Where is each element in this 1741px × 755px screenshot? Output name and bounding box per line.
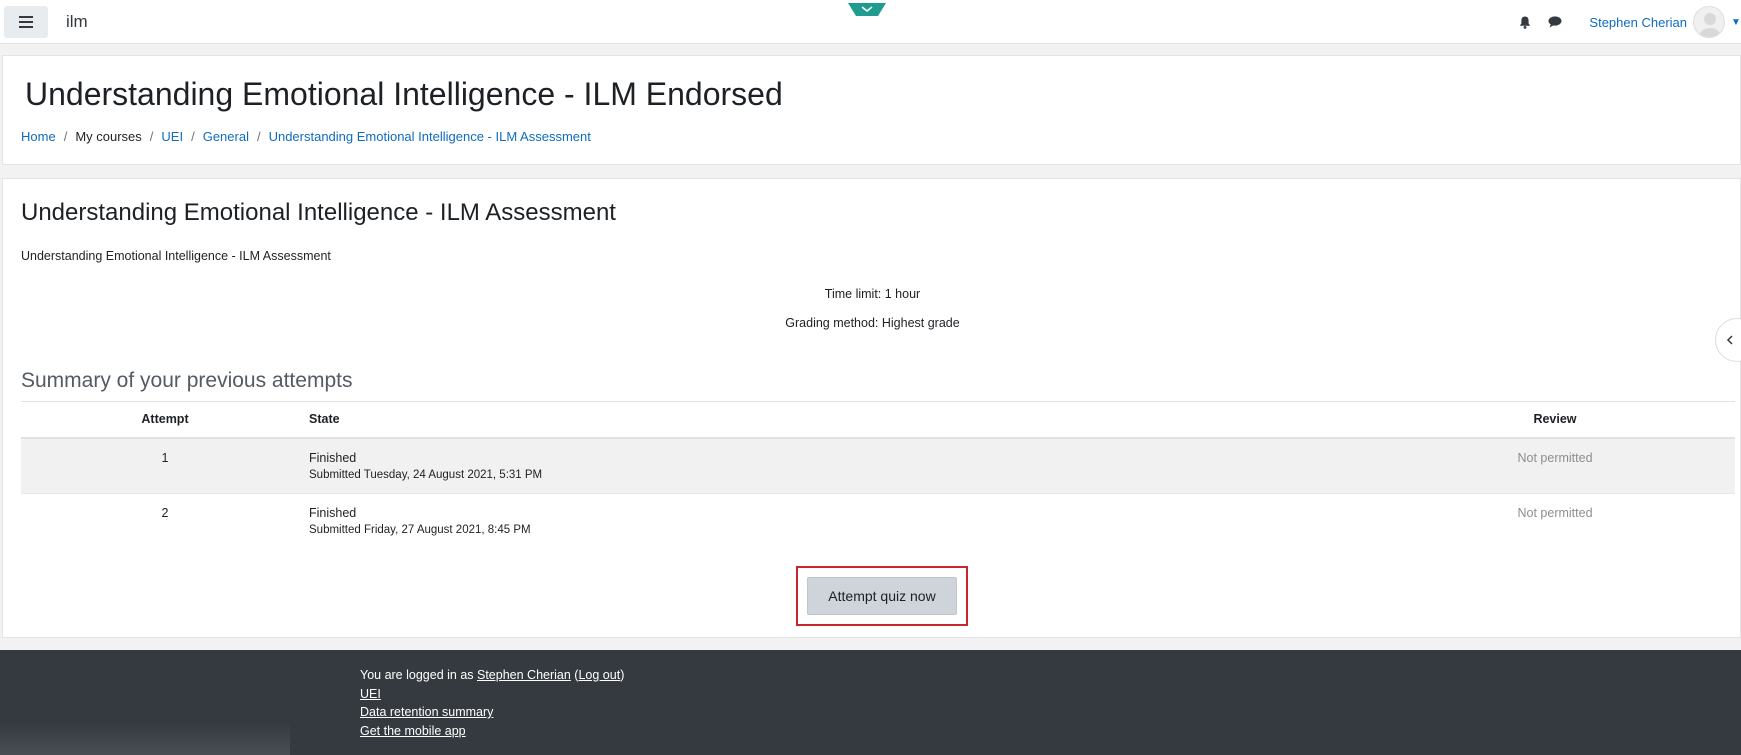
breadcrumb: Home / My courses / UEI / General / Unde… bbox=[21, 129, 591, 144]
column-header-attempt: Attempt bbox=[21, 401, 309, 439]
table-row: 1 Finished Submitted Tuesday, 24 August … bbox=[21, 437, 1735, 494]
attempts-table: Attempt State Review 1 Finished Submitte… bbox=[21, 401, 1735, 550]
logout-close-paren: ) bbox=[620, 668, 625, 682]
attempt-review: Not permitted bbox=[1375, 493, 1735, 550]
site-name-link[interactable]: ilm bbox=[66, 12, 88, 32]
grading-method-info: Grading method: Highest grade bbox=[785, 316, 960, 330]
nav-drawer-button[interactable] bbox=[4, 6, 48, 38]
column-header-review: Review bbox=[1375, 401, 1735, 439]
table-header-row: Attempt State Review bbox=[21, 401, 1735, 439]
bell-icon[interactable] bbox=[1517, 14, 1533, 30]
breadcrumb-section[interactable]: General bbox=[203, 129, 249, 144]
breadcrumb-separator: / bbox=[191, 129, 195, 144]
breadcrumb-separator: / bbox=[63, 129, 68, 144]
user-menu-name[interactable]: Stephen Cherian bbox=[1589, 15, 1687, 30]
footer-shadow bbox=[0, 722, 290, 755]
breadcrumb-home[interactable]: Home bbox=[21, 129, 56, 144]
page-footer: You are logged in as Stephen Cherian (Lo… bbox=[0, 650, 1741, 755]
footer-course-link[interactable]: UEI bbox=[360, 687, 381, 701]
logged-in-text: You are logged in as bbox=[360, 668, 477, 682]
attempt-number: 1 bbox=[21, 437, 309, 494]
hamburger-icon bbox=[19, 16, 33, 28]
quiz-intro: Understanding Emotional Intelligence - I… bbox=[21, 249, 331, 263]
table-row: 2 Finished Submitted Friday, 27 August 2… bbox=[21, 493, 1735, 550]
user-menu-caret-icon[interactable]: ▼ bbox=[1731, 17, 1741, 28]
chevron-down-icon[interactable] bbox=[848, 3, 886, 16]
breadcrumb-quiz[interactable]: Understanding Emotional Intelligence - I… bbox=[269, 129, 591, 144]
user-nav: Stephen Cherian ▼ bbox=[1517, 0, 1741, 44]
attempt-submitted: Submitted Tuesday, 24 August 2021, 5:31 … bbox=[309, 468, 543, 481]
breadcrumb-course[interactable]: UEI bbox=[161, 129, 183, 144]
attempt-number: 2 bbox=[21, 493, 309, 550]
top-navbar: ilm Stephen Cherian ▼ bbox=[0, 0, 1741, 44]
login-info: You are logged in as Stephen Cherian (Lo… bbox=[360, 666, 624, 685]
attempt-review: Not permitted bbox=[1375, 437, 1735, 494]
course-title: Understanding Emotional Intelligence - I… bbox=[25, 76, 783, 112]
breadcrumb-my-courses: My courses bbox=[75, 129, 142, 144]
footer-user-link[interactable]: Stephen Cherian bbox=[477, 668, 571, 682]
chat-bubble-icon[interactable] bbox=[1547, 14, 1563, 30]
attempt-state: Finished bbox=[309, 450, 357, 465]
attempt-submitted: Submitted Friday, 27 August 2021, 8:45 P… bbox=[309, 524, 531, 536]
quiz-main-region: Understanding Emotional Intelligence - I… bbox=[2, 178, 1741, 638]
attempts-summary-heading: Summary of your previous attempts bbox=[21, 369, 353, 392]
attempt-state-cell: Finished Submitted Friday, 27 August 202… bbox=[309, 493, 1375, 550]
user-avatar-icon[interactable] bbox=[1693, 6, 1725, 38]
breadcrumb-separator: / bbox=[149, 129, 154, 144]
chevron-left-icon bbox=[1726, 335, 1733, 345]
time-limit-info: Time limit: 1 hour bbox=[824, 287, 921, 301]
mobile-app-link[interactable]: Get the mobile app bbox=[360, 724, 466, 738]
attempt-quiz-button[interactable]: Attempt quiz now bbox=[807, 577, 957, 615]
attempt-button-highlight: Attempt quiz now bbox=[796, 566, 968, 626]
attempt-state: Finished bbox=[309, 506, 357, 520]
page-header: Understanding Emotional Intelligence - I… bbox=[2, 55, 1741, 165]
column-header-state: State bbox=[309, 401, 1375, 439]
quiz-title: Understanding Emotional Intelligence - I… bbox=[21, 199, 616, 226]
logout-link[interactable]: Log out bbox=[578, 668, 620, 682]
breadcrumb-separator: / bbox=[256, 129, 261, 144]
footer-links: You are logged in as Stephen Cherian (Lo… bbox=[360, 666, 624, 740]
data-retention-link[interactable]: Data retention summary bbox=[360, 705, 493, 719]
attempt-state-cell: Finished Submitted Tuesday, 24 August 20… bbox=[309, 437, 1375, 494]
